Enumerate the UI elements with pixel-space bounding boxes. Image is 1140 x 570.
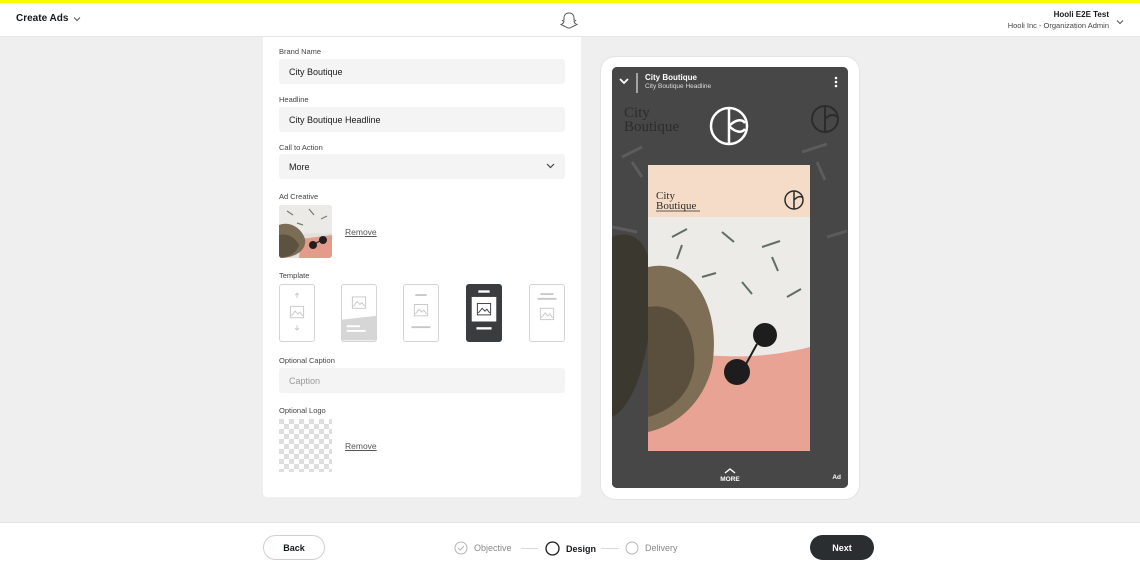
step-objective-label: Objective xyxy=(474,543,512,553)
preview-ad-badge: Ad xyxy=(832,474,841,481)
brand-name-input[interactable]: City Boutique xyxy=(279,59,565,84)
ad-creative-label: Ad Creative xyxy=(279,192,319,201)
caption-label: Optional Caption xyxy=(279,356,335,365)
cta-selected-value: More xyxy=(289,161,310,172)
remove-creative-link[interactable]: Remove xyxy=(345,227,377,237)
ad-preview-screen: City Boutique City Boutique City Boutiqu… xyxy=(612,67,848,488)
chevron-down-icon xyxy=(74,16,81,21)
template-option-5[interactable] xyxy=(529,284,565,342)
caption-input[interactable]: Caption xyxy=(279,368,565,393)
cta-select[interactable]: More xyxy=(279,154,565,179)
cta-label: Call to Action xyxy=(279,143,323,152)
create-ads-menu[interactable]: Create Ads xyxy=(16,13,81,24)
snapchat-ghost-icon[interactable] xyxy=(559,11,579,31)
bottom-bar: Back Objective Design Delivery Next xyxy=(0,522,1140,570)
account-name: Hooli E2E Test xyxy=(1053,10,1109,19)
ad-preview-artwork: City Boutique City Boutique xyxy=(612,67,848,488)
optional-logo-thumbnail xyxy=(279,419,332,472)
next-button[interactable]: Next xyxy=(810,535,874,560)
app-title: Create Ads xyxy=(16,13,69,24)
pending-step-circle-icon xyxy=(625,541,639,555)
template-option-3[interactable] xyxy=(403,284,439,342)
account-chevron-down-icon[interactable] xyxy=(1116,19,1124,25)
template-option-2[interactable] xyxy=(341,284,377,342)
template-label: Template xyxy=(279,271,310,280)
logo-label: Optional Logo xyxy=(279,406,326,415)
account-org: Hooli Inc - Organization Admin xyxy=(1007,21,1109,30)
step-connector xyxy=(521,548,538,549)
headline-label: Headline xyxy=(279,95,309,104)
step-delivery[interactable]: Delivery xyxy=(625,541,678,555)
chevron-down-icon xyxy=(546,163,555,169)
check-circle-icon xyxy=(454,541,468,555)
active-step-circle-icon xyxy=(545,541,560,556)
step-design[interactable]: Design xyxy=(545,541,596,556)
template-option-1[interactable] xyxy=(279,284,315,342)
ad-design-form: Brand Name City Boutique Headline City B… xyxy=(263,37,581,497)
headline-input[interactable]: City Boutique Headline xyxy=(279,107,565,132)
preview-more-label: MORE xyxy=(720,476,740,483)
ad-preview-phone: City Boutique City Boutique City Boutiqu… xyxy=(601,57,859,499)
bg-logo-text-line2: Boutique xyxy=(624,119,679,135)
step-connector xyxy=(601,548,619,549)
preview-headline: City Boutique Headline xyxy=(645,83,712,90)
step-design-label: Design xyxy=(566,543,597,554)
preview-brand-name: City Boutique xyxy=(645,73,697,82)
step-delivery-label: Delivery xyxy=(645,543,678,553)
back-button[interactable]: Back xyxy=(263,535,325,560)
account-menu[interactable]: Hooli E2E Test Hooli Inc - Organization … xyxy=(1008,10,1109,30)
step-objective[interactable]: Objective xyxy=(454,541,512,555)
remove-logo-link[interactable]: Remove xyxy=(345,441,377,451)
top-bar: Create Ads Hooli E2E Test Hooli Inc - Or… xyxy=(0,0,1140,37)
card-logo-text-line2: Boutique xyxy=(656,200,696,212)
ad-creative-thumbnail xyxy=(279,205,332,258)
brand-name-label: Brand Name xyxy=(279,47,322,56)
template-option-4-selected[interactable] xyxy=(466,284,502,342)
